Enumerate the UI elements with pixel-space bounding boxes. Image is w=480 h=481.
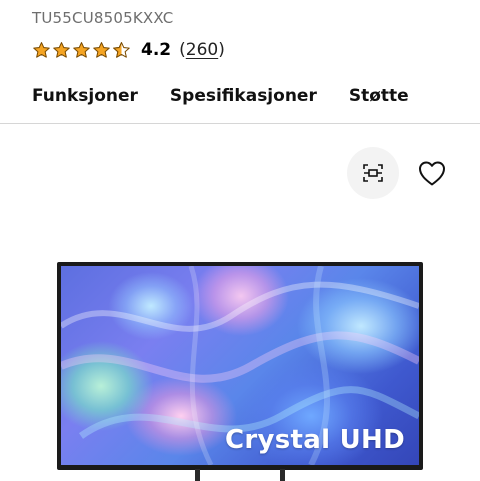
rating-value: 4.2 xyxy=(141,40,172,60)
wishlist-button[interactable] xyxy=(412,154,452,192)
review-count[interactable]: 260 xyxy=(186,40,218,60)
star-full-icon xyxy=(33,41,50,58)
heart-icon xyxy=(419,161,445,186)
star-full-icon xyxy=(73,41,90,58)
tabs-divider xyxy=(0,123,480,124)
rating-row[interactable]: 4.2 (260) xyxy=(32,38,225,62)
product-model-code: TU55CU8505KXXC xyxy=(32,9,174,27)
review-count-close: ) xyxy=(218,40,225,60)
tv-stand-right xyxy=(280,469,285,481)
product-image[interactable]: Crystal UHD xyxy=(57,262,423,481)
tv-stand-left xyxy=(195,469,200,481)
tab-funksjoner[interactable]: Funksjoner xyxy=(32,86,138,106)
tv-screen: Crystal UHD xyxy=(61,266,419,465)
view-in-room-icon xyxy=(363,164,383,182)
tv-frame: Crystal UHD xyxy=(57,262,423,470)
tab-stotte[interactable]: Støtte xyxy=(349,86,409,106)
star-full-icon xyxy=(93,41,110,58)
star-full-icon xyxy=(53,41,70,58)
star-partial-icon xyxy=(113,41,130,58)
tab-spesifikasjoner[interactable]: Spesifikasjoner xyxy=(170,86,317,106)
crystal-uhd-text: Crystal UHD xyxy=(224,425,405,455)
rating-stars xyxy=(32,41,131,60)
product-tabs: Funksjoner Spesifikasjoner Støtte xyxy=(32,86,409,106)
review-count-link[interactable]: (260) xyxy=(179,40,225,60)
review-count-open: ( xyxy=(179,40,186,60)
view-in-room-button[interactable] xyxy=(347,147,399,199)
